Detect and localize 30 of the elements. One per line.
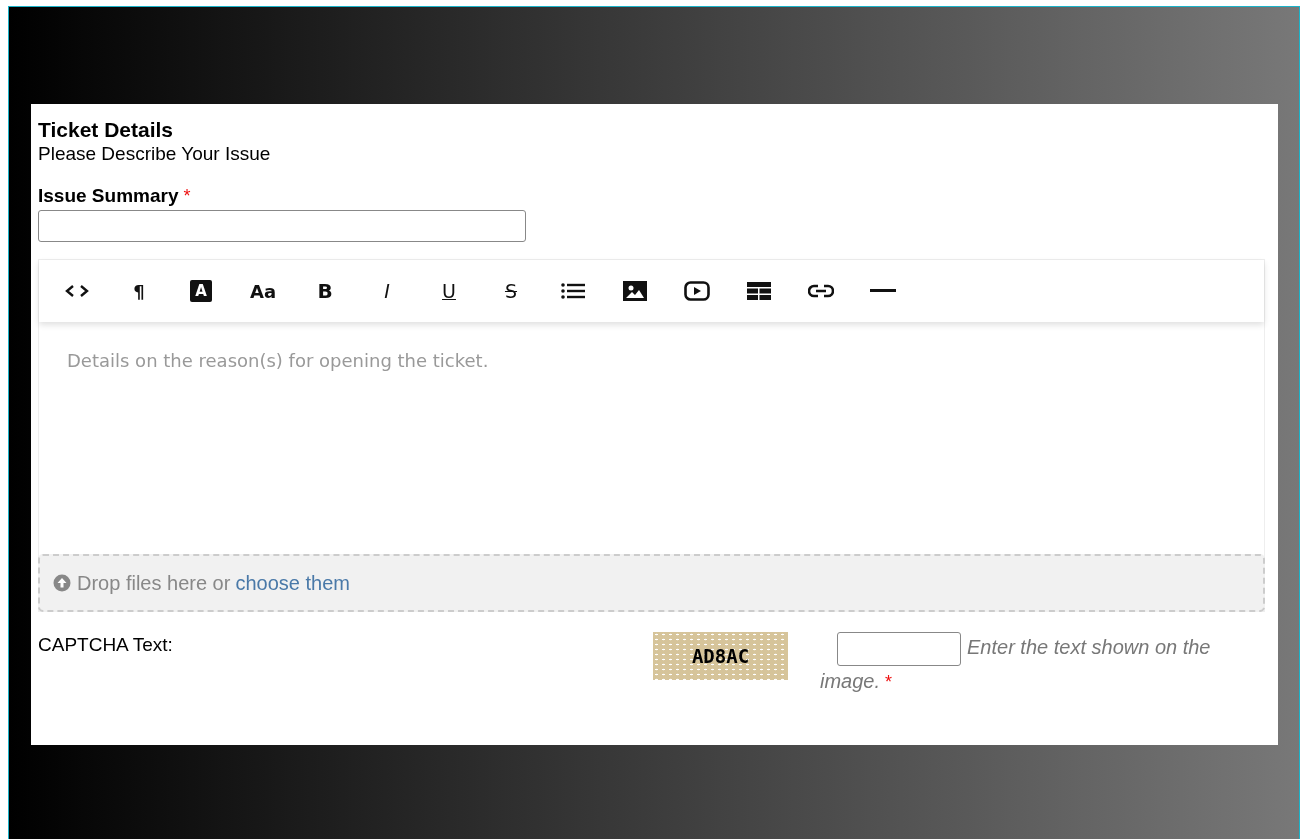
list-icon <box>561 282 585 300</box>
glyph-format-button[interactable]: ¶ <box>108 271 170 311</box>
image-icon <box>623 281 647 301</box>
dropzone-text: Drop files here or <box>77 571 231 595</box>
code-icon <box>65 284 89 298</box>
required-mark: * <box>183 186 191 206</box>
horizontal-rule-icon <box>870 289 896 293</box>
table-icon <box>747 282 771 300</box>
required-mark: * <box>885 672 893 692</box>
bold-format-button[interactable]: B <box>294 271 356 311</box>
file-dropzone[interactable]: Drop files here or choose them <box>38 554 1265 612</box>
form-title: Ticket Details <box>38 118 174 142</box>
italic-format-button[interactable]: I <box>356 271 418 311</box>
choose-files-link[interactable]: choose them <box>235 571 350 595</box>
captcha-hint: image. <box>820 670 881 692</box>
input-field[interactable] <box>38 210 526 242</box>
video-icon <box>684 281 710 301</box>
strike-format-button[interactable]: S <box>480 271 542 311</box>
badge-format-button[interactable]: A <box>170 271 232 311</box>
captcha-input-field[interactable] <box>837 632 961 666</box>
underline-format-button[interactable]: U <box>418 271 480 311</box>
editor-placeholder: Details on the reason(s) for opening the ticket. <box>67 350 489 371</box>
glyph-format-button[interactable]: Aa <box>232 271 294 311</box>
upload-icon <box>53 574 71 592</box>
form-subtitle: Please Describe Your Issue <box>38 142 272 166</box>
captcha-image: AD8AC <box>653 632 788 680</box>
captcha-hint: Enter the text shown on the <box>967 636 1211 659</box>
link-icon <box>808 284 834 298</box>
captcha-label: CAPTCHA Text: <box>38 633 174 657</box>
field-label: Issue Summary <box>38 185 179 206</box>
